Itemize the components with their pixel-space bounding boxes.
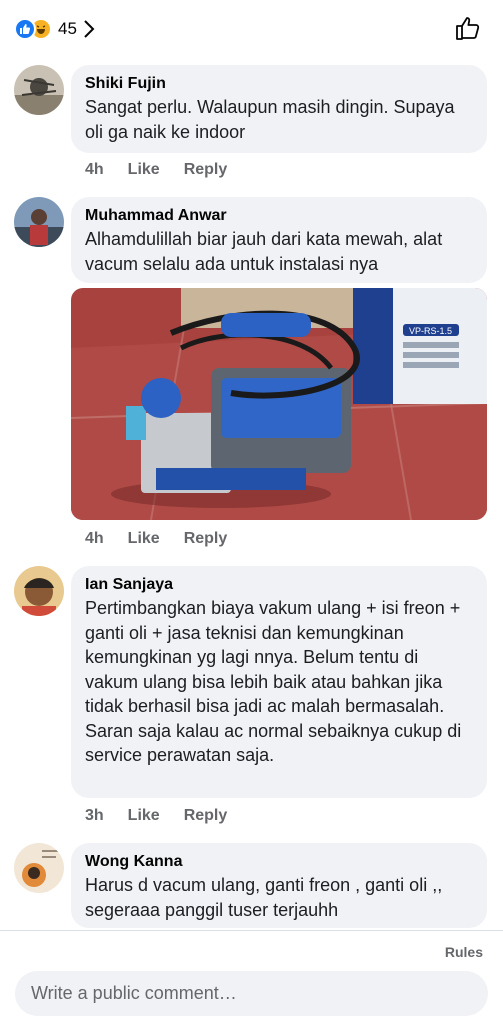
- reaction-bar[interactable]: 45: [0, 0, 503, 58]
- comment-text: Pertimbangkan biaya vakum ulang + isi fr…: [85, 598, 462, 765]
- reaction-summary[interactable]: 45: [14, 18, 95, 40]
- like-button[interactable]: Like: [128, 161, 160, 179]
- footer-divider: [0, 930, 503, 931]
- comment-time[interactable]: 4h: [85, 161, 104, 179]
- comment-author[interactable]: Shiki Fujin: [85, 73, 473, 95]
- comment-text: Harus d vacum ulang, ganti freon , ganti…: [85, 875, 443, 920]
- comment-bubble: Shiki Fujin Sangat perlu. Walaupun masih…: [71, 65, 487, 153]
- reply-button[interactable]: Reply: [184, 807, 228, 825]
- avatar[interactable]: [14, 843, 64, 893]
- like-post-icon[interactable]: [455, 15, 481, 46]
- comment-actions: 4h Like Reply: [85, 530, 251, 548]
- reply-button[interactable]: Reply: [184, 161, 228, 179]
- comment-bubble: Muhammad Anwar Alhamdulillah biar jauh d…: [71, 197, 487, 283]
- comment-item: Ian Sanjaya Pertimbangkan biaya vakum ul…: [14, 566, 490, 831]
- comment-item: Muhammad Anwar Alhamdulillah biar jauh d…: [14, 197, 490, 557]
- comment-item: Shiki Fujin Sangat perlu. Walaupun masih…: [14, 65, 490, 190]
- comment-actions: 4h Like Reply: [85, 161, 251, 179]
- avatar[interactable]: [14, 566, 64, 616]
- comment-author[interactable]: Wong Kanna: [85, 851, 473, 873]
- comment-bubble: Wong Kanna Harus d vacum ulang, ganti fr…: [71, 843, 487, 928]
- comment-author[interactable]: Ian Sanjaya: [85, 574, 473, 596]
- reaction-count: 45: [58, 19, 77, 38]
- comment-bubble: Ian Sanjaya Pertimbangkan biaya vakum ul…: [71, 566, 487, 798]
- comment-actions: 3h Like Reply: [85, 807, 251, 825]
- avatar[interactable]: [14, 197, 64, 247]
- like-button[interactable]: Like: [128, 530, 160, 548]
- reply-button[interactable]: Reply: [184, 530, 228, 548]
- rules-link[interactable]: Rules: [445, 944, 483, 960]
- comment-item: Wong Kanna Harus d vacum ulang, ganti fr…: [14, 843, 490, 933]
- comment-photo[interactable]: VP-RS-1.5: [71, 288, 487, 520]
- chevron-right-icon: [83, 19, 95, 39]
- comment-input-placeholder: Write a public comment…: [31, 983, 237, 1003]
- like-button[interactable]: Like: [128, 807, 160, 825]
- comment-author[interactable]: Muhammad Anwar: [85, 205, 473, 227]
- comment-time[interactable]: 3h: [85, 807, 104, 825]
- avatar[interactable]: [14, 65, 64, 115]
- comment-text: Alhamdulillah biar jauh dari kata mewah,…: [85, 229, 443, 274]
- box-model-label: VP-RS-1.5: [409, 326, 452, 336]
- comment-time[interactable]: 4h: [85, 530, 104, 548]
- comment-input[interactable]: Write a public comment…: [15, 971, 488, 1016]
- like-reaction-icon: [14, 18, 36, 40]
- comment-text: Sangat perlu. Walaupun masih dingin. Sup…: [85, 97, 455, 142]
